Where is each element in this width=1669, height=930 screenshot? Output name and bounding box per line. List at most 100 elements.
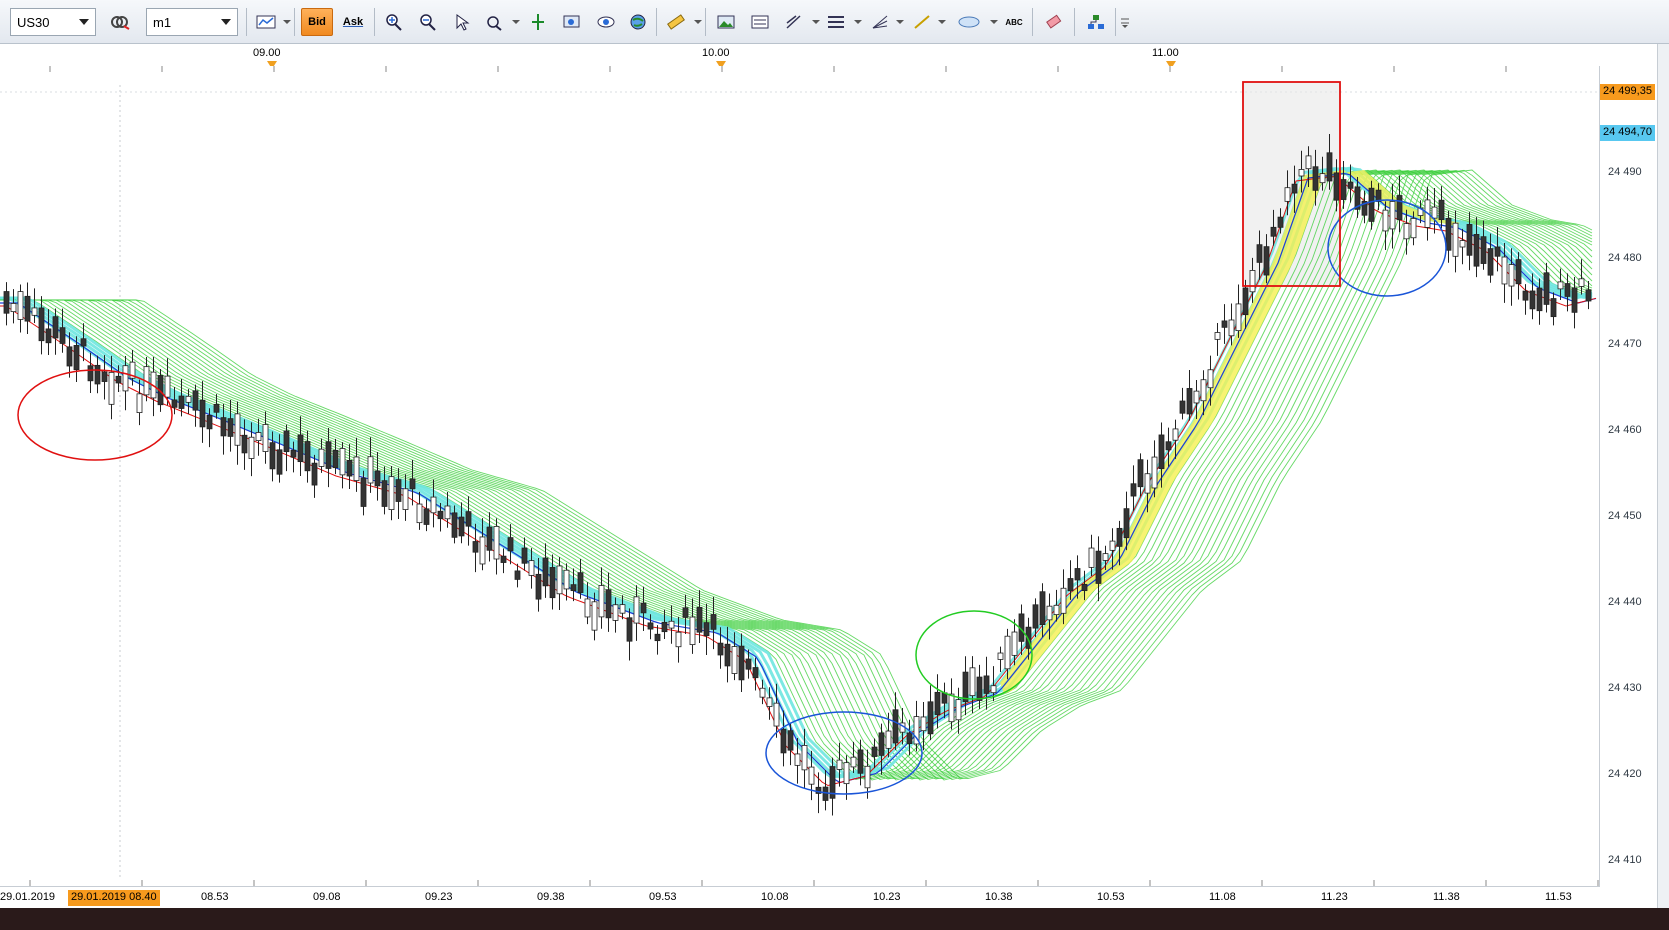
bearish-candle: [661, 621, 668, 633]
bullish-candle: [339, 448, 346, 476]
bullish-candle: [1431, 206, 1438, 219]
bearish-candle: [458, 516, 465, 537]
bearish-candle: [857, 749, 864, 774]
bearish-candle: [1116, 527, 1123, 547]
bearish-candle: [605, 589, 612, 619]
bearish-candle: [199, 399, 206, 428]
bearish-candle: [500, 555, 507, 563]
time-label: 09.38: [537, 891, 565, 903]
globe-icon[interactable]: [624, 8, 652, 36]
bearish-candle: [1130, 483, 1137, 497]
bullish-candle: [556, 565, 563, 595]
chevron-down-icon[interactable]: [938, 20, 946, 24]
chevron-down-icon[interactable]: [854, 20, 862, 24]
chevron-down-icon[interactable]: [990, 20, 998, 24]
text-tool-icon[interactable]: ABC: [1000, 8, 1028, 36]
date-separator-label: 11.00: [1152, 47, 1179, 59]
price-chart[interactable]: [0, 66, 1599, 886]
bullish-candle: [1578, 278, 1585, 287]
objects-tree-icon[interactable]: [1082, 8, 1110, 36]
eraser-icon[interactable]: [1040, 8, 1068, 36]
time-label: 10.08: [761, 891, 789, 903]
screenshot-icon[interactable]: [558, 8, 586, 36]
compare-symbol-icon[interactable]: [106, 8, 134, 36]
bearish-candle: [38, 307, 45, 342]
bearish-candle: [906, 732, 913, 744]
ask-button[interactable]: Ask: [337, 8, 369, 36]
bullish-candle: [689, 616, 696, 646]
price-label: 24 470: [1608, 338, 1642, 350]
ruler-icon[interactable]: [662, 8, 690, 36]
vertical-scrollbar[interactable]: [1657, 44, 1669, 908]
crosshair-time-tag: 29.01.2019 08.40: [68, 890, 160, 906]
bullish-candle: [31, 307, 38, 316]
price-label: 24 430: [1608, 682, 1642, 694]
toolbar-overflow-icon[interactable]: [1118, 8, 1132, 36]
bearish-candle: [1515, 259, 1522, 285]
bullish-candle: [1319, 173, 1326, 184]
bearish-candle: [1081, 583, 1088, 591]
toolbar-separator: [1074, 8, 1075, 36]
bearish-candle: [745, 658, 752, 670]
bullish-candle: [262, 424, 269, 452]
bullish-candle: [591, 601, 598, 631]
chart-type-icon[interactable]: [252, 8, 280, 36]
bullish-candle: [1011, 631, 1018, 656]
bullish-candle: [1557, 281, 1564, 290]
bearish-candle: [52, 316, 59, 339]
bullish-candle: [1214, 332, 1221, 340]
zoom-out-icon[interactable]: [414, 8, 442, 36]
bearish-candle: [1186, 388, 1193, 415]
drawing-tools-icon[interactable]: [780, 8, 808, 36]
bearish-candle: [1074, 568, 1081, 581]
bearish-candle: [1368, 187, 1375, 222]
chevron-down-icon[interactable]: [512, 20, 520, 24]
trend-line-icon[interactable]: [908, 8, 936, 36]
bullish-candle: [353, 456, 360, 481]
bearish-candle: [290, 449, 297, 458]
template-icon[interactable]: [746, 8, 774, 36]
bearish-candle: [892, 709, 899, 744]
bullish-candle: [430, 496, 437, 514]
bearish-candle: [269, 442, 276, 470]
visibility-icon[interactable]: [592, 8, 620, 36]
indicators-icon[interactable]: [822, 8, 850, 36]
cursor-icon[interactable]: [448, 8, 476, 36]
bullish-candle: [136, 393, 143, 414]
chevron-down-icon[interactable]: [812, 20, 820, 24]
bullish-candle: [1207, 369, 1214, 389]
bullish-candle: [1410, 218, 1417, 239]
bullish-candle: [1004, 635, 1011, 670]
bullish-candle: [920, 716, 927, 732]
chevron-down-icon[interactable]: [283, 20, 291, 24]
timeframe-select[interactable]: m1: [146, 8, 238, 36]
bearish-candle: [1032, 604, 1039, 629]
bearish-candle: [647, 622, 654, 630]
bearish-candle: [1270, 226, 1277, 237]
bullish-candle: [1088, 547, 1095, 568]
bearish-candle: [1480, 236, 1487, 264]
time-axis[interactable]: 29.01.2019 29.01.2019 08.40 08.53 09.08 …: [0, 886, 1600, 908]
chevron-down-icon[interactable]: [694, 20, 702, 24]
crosshair-icon[interactable]: [524, 8, 552, 36]
bearish-candle: [276, 449, 283, 475]
bullish-candle: [731, 646, 738, 674]
bullish-candle: [1249, 270, 1256, 293]
bullish-candle: [773, 702, 780, 727]
bearish-candle: [437, 510, 444, 520]
bearish-candle: [1256, 244, 1263, 263]
zoom-in-icon[interactable]: [380, 8, 408, 36]
bullish-candle: [1193, 390, 1200, 404]
symbol-select[interactable]: US30: [10, 8, 96, 36]
bullish-candle: [1102, 553, 1109, 561]
image-icon[interactable]: [712, 8, 740, 36]
ellipse-tool-icon[interactable]: [952, 8, 986, 36]
chevron-down-icon[interactable]: [896, 20, 904, 24]
bid-button[interactable]: Bid: [301, 8, 333, 36]
bullish-candle: [367, 456, 374, 484]
bearish-candle: [626, 617, 633, 642]
fan-tool-icon[interactable]: [866, 8, 894, 36]
bullish-candle: [1501, 256, 1508, 285]
bearish-candle: [311, 462, 318, 486]
zoom-area-icon[interactable]: [480, 8, 508, 36]
